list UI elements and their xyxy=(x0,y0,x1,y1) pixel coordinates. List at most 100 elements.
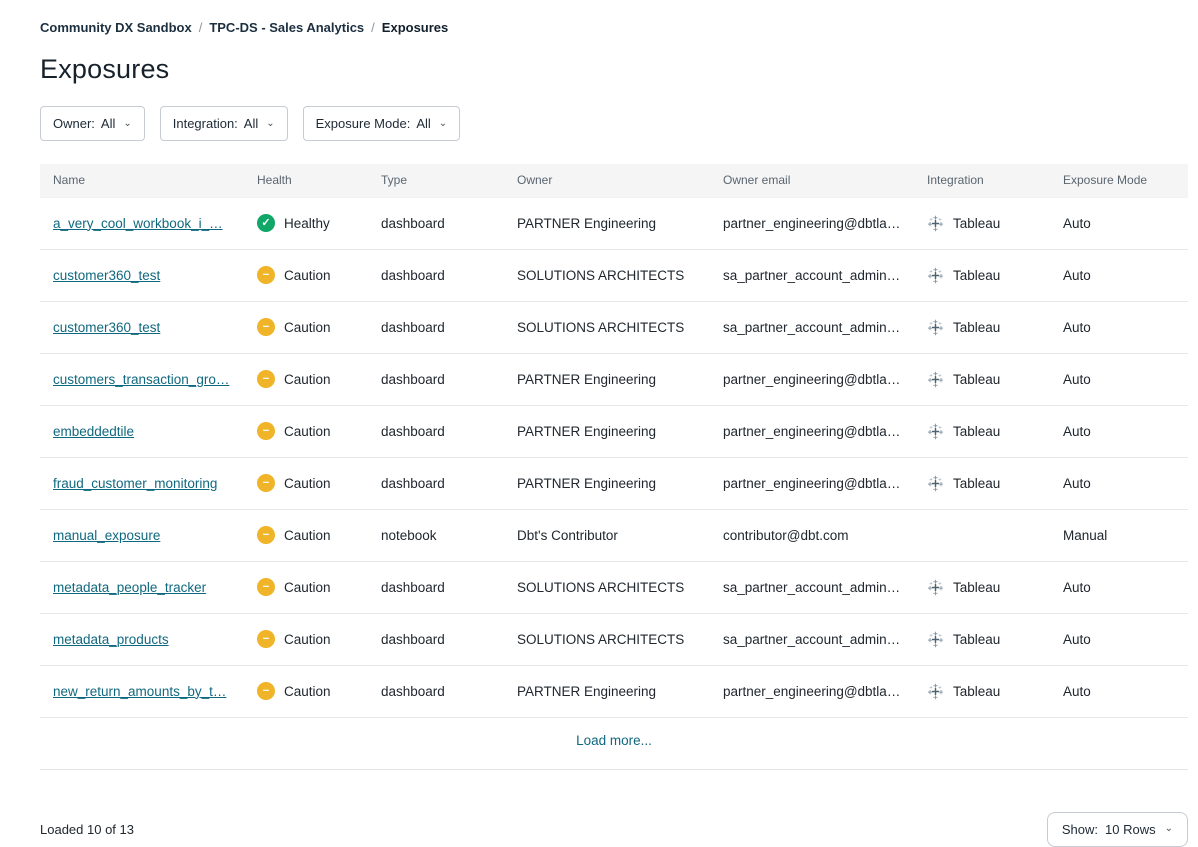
owner-email-cell: sa_partner_account_admin… xyxy=(710,301,914,353)
exposure-mode-filter-label: Exposure Mode: xyxy=(316,116,411,131)
integration-label: Tableau xyxy=(953,580,1000,595)
owner-cell: PARTNER Engineering xyxy=(504,353,710,405)
exposure-name-link[interactable]: a_very_cool_workbook_i_… xyxy=(53,216,223,231)
integration-label: Tableau xyxy=(953,424,1000,439)
column-header-owner-email: Owner email xyxy=(710,164,914,197)
exposure-name-link[interactable]: metadata_people_tracker xyxy=(53,580,206,595)
breadcrumb-link-project[interactable]: TPC-DS - Sales Analytics xyxy=(209,20,364,35)
exposure-mode-cell: Manual xyxy=(1050,509,1188,561)
integration-filter-value: All xyxy=(244,116,258,131)
tableau-icon xyxy=(927,371,944,388)
type-cell: dashboard xyxy=(368,197,504,249)
exposure-name-link[interactable]: customers_transaction_gro… xyxy=(53,372,229,387)
health-status-icon: − xyxy=(257,422,275,440)
exposures-table: Name Health Type Owner Owner email Integ… xyxy=(40,164,1188,718)
tableau-icon xyxy=(927,683,944,700)
owner-filter-dropdown[interactable]: Owner: All ⌄ xyxy=(40,106,145,141)
page-title: Exposures xyxy=(40,54,1188,85)
chevron-down-icon: ⌄ xyxy=(123,119,131,129)
owner-cell: SOLUTIONS ARCHITECTS xyxy=(504,249,710,301)
integration-label: Tableau xyxy=(953,268,1000,283)
exposure-name-link[interactable]: fraud_customer_monitoring xyxy=(53,476,217,491)
breadcrumb-separator: / xyxy=(371,20,375,35)
exposure-mode-cell: Auto xyxy=(1050,405,1188,457)
exposure-mode-cell: Auto xyxy=(1050,249,1188,301)
load-more-row: Load more... xyxy=(40,718,1188,770)
show-rows-dropdown[interactable]: Show: 10 Rows ⌄ xyxy=(1047,812,1188,847)
type-cell: dashboard xyxy=(368,353,504,405)
column-header-name: Name xyxy=(40,164,244,197)
breadcrumb-separator: / xyxy=(199,20,203,35)
tableau-icon xyxy=(927,631,944,648)
owner-email-cell: contributor@dbt.com xyxy=(710,509,914,561)
health-label: Caution xyxy=(284,372,331,387)
owner-cell: Dbt's Contributor xyxy=(504,509,710,561)
show-rows-label: Show: xyxy=(1062,822,1098,837)
owner-email-cell: partner_engineering@dbtla… xyxy=(710,353,914,405)
integration-filter-dropdown[interactable]: Integration: All ⌄ xyxy=(160,106,288,141)
owner-email-cell: partner_engineering@dbtla… xyxy=(710,665,914,717)
owner-cell: PARTNER Engineering xyxy=(504,457,710,509)
table-row: customers_transaction_gro… − Caution das… xyxy=(40,353,1188,405)
exposure-name-link[interactable]: manual_exposure xyxy=(53,528,160,543)
type-cell: dashboard xyxy=(368,301,504,353)
breadcrumb-link-account[interactable]: Community DX Sandbox xyxy=(40,20,192,35)
exposure-mode-cell: Auto xyxy=(1050,353,1188,405)
integration-label: Tableau xyxy=(953,684,1000,699)
column-header-type: Type xyxy=(368,164,504,197)
integration-label: Tableau xyxy=(953,632,1000,647)
table-row: a_very_cool_workbook_i_… ✓ Healthy dashb… xyxy=(40,197,1188,249)
health-label: Caution xyxy=(284,580,331,595)
owner-email-cell: partner_engineering@dbtla… xyxy=(710,405,914,457)
health-label: Caution xyxy=(284,632,331,647)
exposure-mode-cell: Auto xyxy=(1050,197,1188,249)
health-status-icon: ✓ xyxy=(257,214,275,232)
tableau-icon xyxy=(927,475,944,492)
table-row: customer360_test − Caution dashboard SOL… xyxy=(40,249,1188,301)
owner-cell: PARTNER Engineering xyxy=(504,197,710,249)
exposure-name-link[interactable]: metadata_products xyxy=(53,632,169,647)
table-row: embeddedtile − Caution dashboard PARTNER… xyxy=(40,405,1188,457)
exposure-mode-cell: Auto xyxy=(1050,457,1188,509)
table-row: customer360_test − Caution dashboard SOL… xyxy=(40,301,1188,353)
owner-email-cell: sa_partner_account_admin… xyxy=(710,561,914,613)
health-status-icon: − xyxy=(257,370,275,388)
exposure-mode-cell: Auto xyxy=(1050,301,1188,353)
health-label: Caution xyxy=(284,684,331,699)
load-more-link[interactable]: Load more... xyxy=(576,733,652,748)
health-status-icon: − xyxy=(257,266,275,284)
table-row: metadata_people_tracker − Caution dashbo… xyxy=(40,561,1188,613)
type-cell: dashboard xyxy=(368,561,504,613)
owner-cell: SOLUTIONS ARCHITECTS xyxy=(504,301,710,353)
exposure-mode-cell: Auto xyxy=(1050,561,1188,613)
chevron-down-icon: ⌄ xyxy=(439,119,447,129)
breadcrumb: Community DX Sandbox / TPC-DS - Sales An… xyxy=(40,20,1188,35)
loaded-count: Loaded 10 of 13 xyxy=(40,822,134,837)
health-status-icon: − xyxy=(257,578,275,596)
exposure-name-link[interactable]: customer360_test xyxy=(53,268,160,283)
integration-label: Tableau xyxy=(953,476,1000,491)
owner-cell: SOLUTIONS ARCHITECTS xyxy=(504,561,710,613)
exposure-mode-cell: Auto xyxy=(1050,665,1188,717)
health-label: Caution xyxy=(284,476,331,491)
exposure-name-link[interactable]: embeddedtile xyxy=(53,424,134,439)
exposure-mode-filter-dropdown[interactable]: Exposure Mode: All ⌄ xyxy=(303,106,461,141)
column-header-exposure-mode: Exposure Mode xyxy=(1050,164,1188,197)
exposures-page: Community DX Sandbox / TPC-DS - Sales An… xyxy=(0,0,1198,847)
filter-bar: Owner: All ⌄ Integration: All ⌄ Exposure… xyxy=(40,106,1188,141)
owner-email-cell: partner_engineering@dbtla… xyxy=(710,457,914,509)
exposure-name-link[interactable]: new_return_amounts_by_t… xyxy=(53,684,226,699)
health-status-icon: − xyxy=(257,318,275,336)
type-cell: notebook xyxy=(368,509,504,561)
tableau-icon xyxy=(927,579,944,596)
table-header-row: Name Health Type Owner Owner email Integ… xyxy=(40,164,1188,197)
exposure-name-link[interactable]: customer360_test xyxy=(53,320,160,335)
health-label: Caution xyxy=(284,424,331,439)
owner-email-cell: partner_engineering@dbtla… xyxy=(710,197,914,249)
table-body: a_very_cool_workbook_i_… ✓ Healthy dashb… xyxy=(40,197,1188,717)
owner-filter-label: Owner: xyxy=(53,116,95,131)
table-row: new_return_amounts_by_t… − Caution dashb… xyxy=(40,665,1188,717)
table-row: metadata_products − Caution dashboard SO… xyxy=(40,613,1188,665)
integration-label: Tableau xyxy=(953,372,1000,387)
column-header-health: Health xyxy=(244,164,368,197)
